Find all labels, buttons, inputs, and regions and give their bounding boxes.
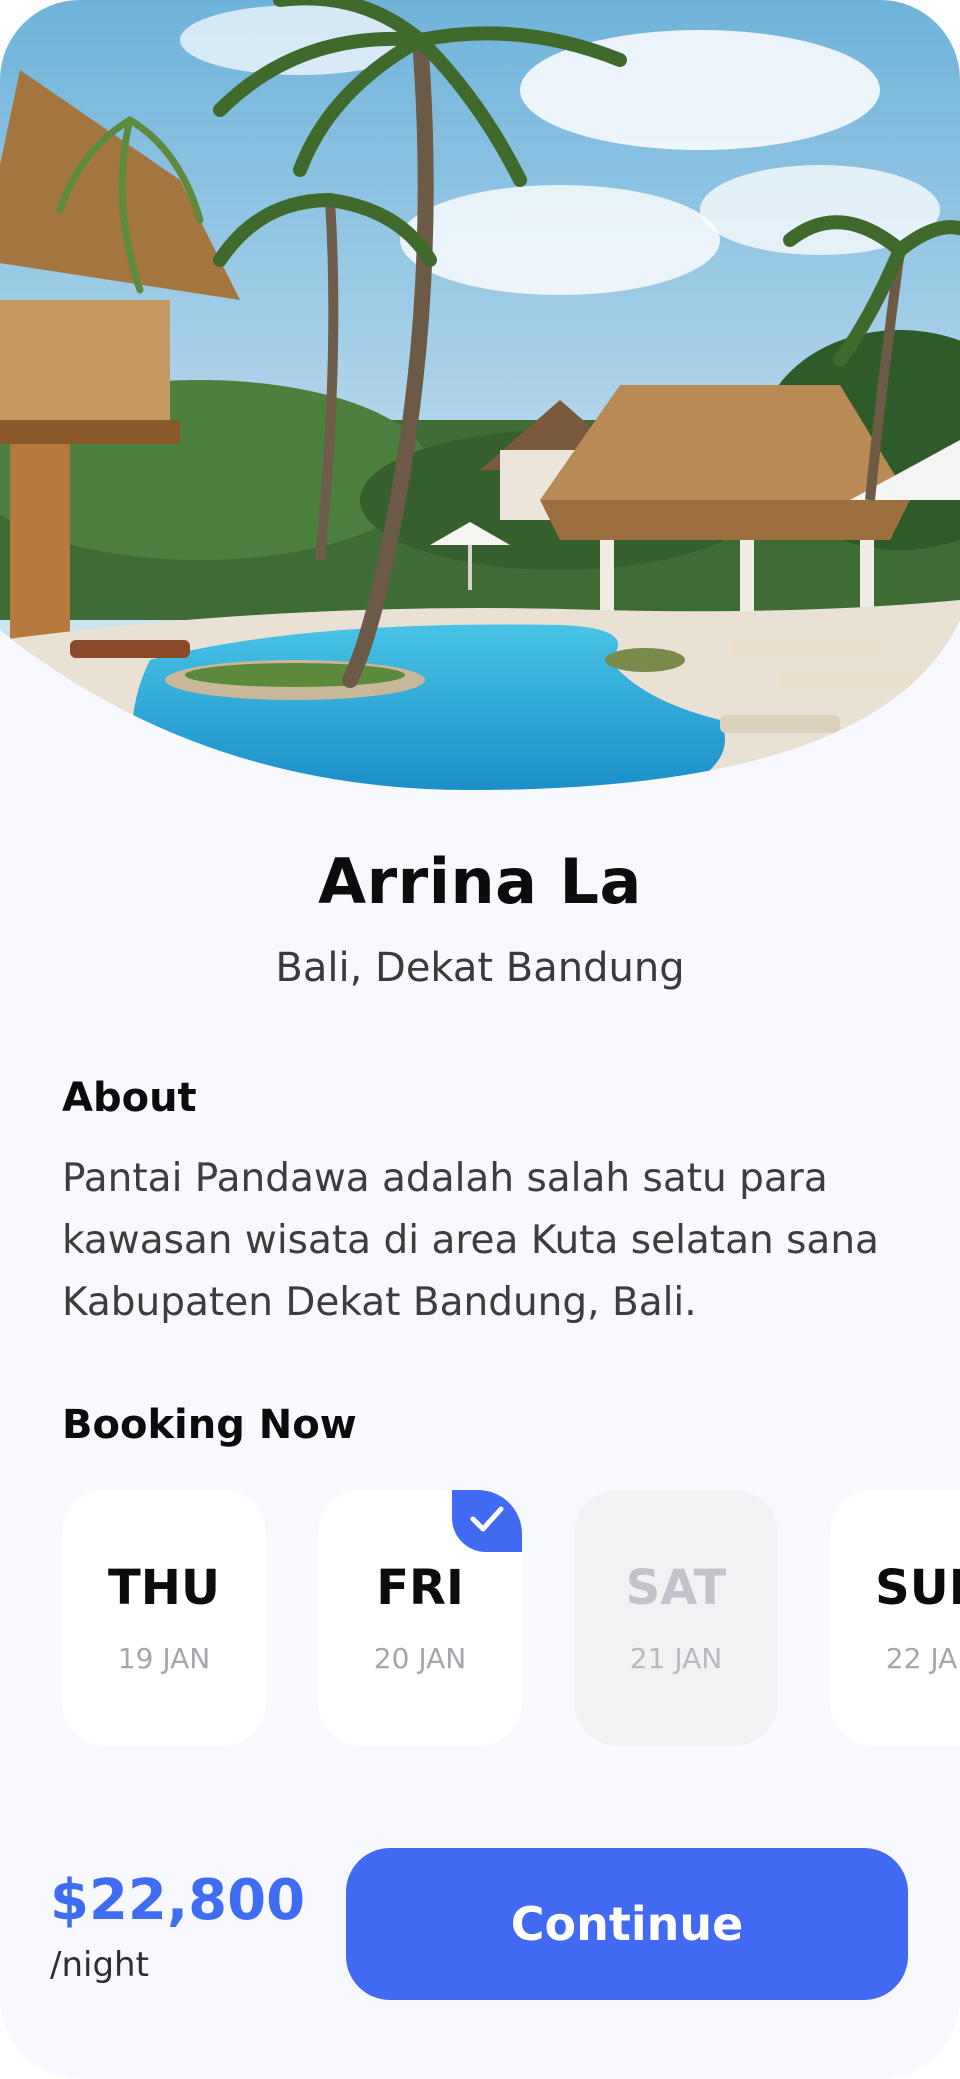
hotel-detail-screen: Arrina La Bali, Dekat Bandung About Pant… [0, 0, 960, 2079]
date-day: THU [108, 1560, 220, 1616]
date-label: 21 JAN [629, 1642, 723, 1675]
date-day: SAT [625, 1560, 727, 1616]
date-label: 20 JAN [373, 1642, 467, 1675]
date-label: 19 JAN [117, 1642, 211, 1675]
date-card-sun[interactable]: SUN 22 JAN [830, 1490, 960, 1746]
date-card-sat: SAT 21 JAN [574, 1490, 778, 1746]
selected-badge [452, 1490, 522, 1552]
check-icon [469, 1504, 505, 1538]
price-amount: $22,800 [50, 1868, 306, 1933]
date-card-fri[interactable]: FRI 20 JAN [318, 1490, 522, 1746]
booking-heading: Booking Now [62, 1402, 357, 1448]
date-picker: THU 19 JAN FRI 20 JAN SAT 21 JAN SUN 22 … [62, 1490, 960, 1746]
price-unit: /night [50, 1945, 149, 1985]
hotel-photo [0, 0, 960, 790]
about-description: Pantai Pandawa adalah salah satu para ka… [62, 1156, 879, 1325]
date-label: 22 JAN [885, 1642, 960, 1675]
hotel-name: Arrina La [318, 845, 642, 918]
continue-button[interactable]: Continue [346, 1848, 908, 2000]
date-day: FRI [376, 1560, 464, 1616]
hotel-location: Bali, Dekat Bandung [275, 945, 685, 991]
about-heading: About [62, 1075, 197, 1121]
date-day: SUN [875, 1560, 960, 1616]
date-card-thu[interactable]: THU 19 JAN [62, 1490, 266, 1746]
